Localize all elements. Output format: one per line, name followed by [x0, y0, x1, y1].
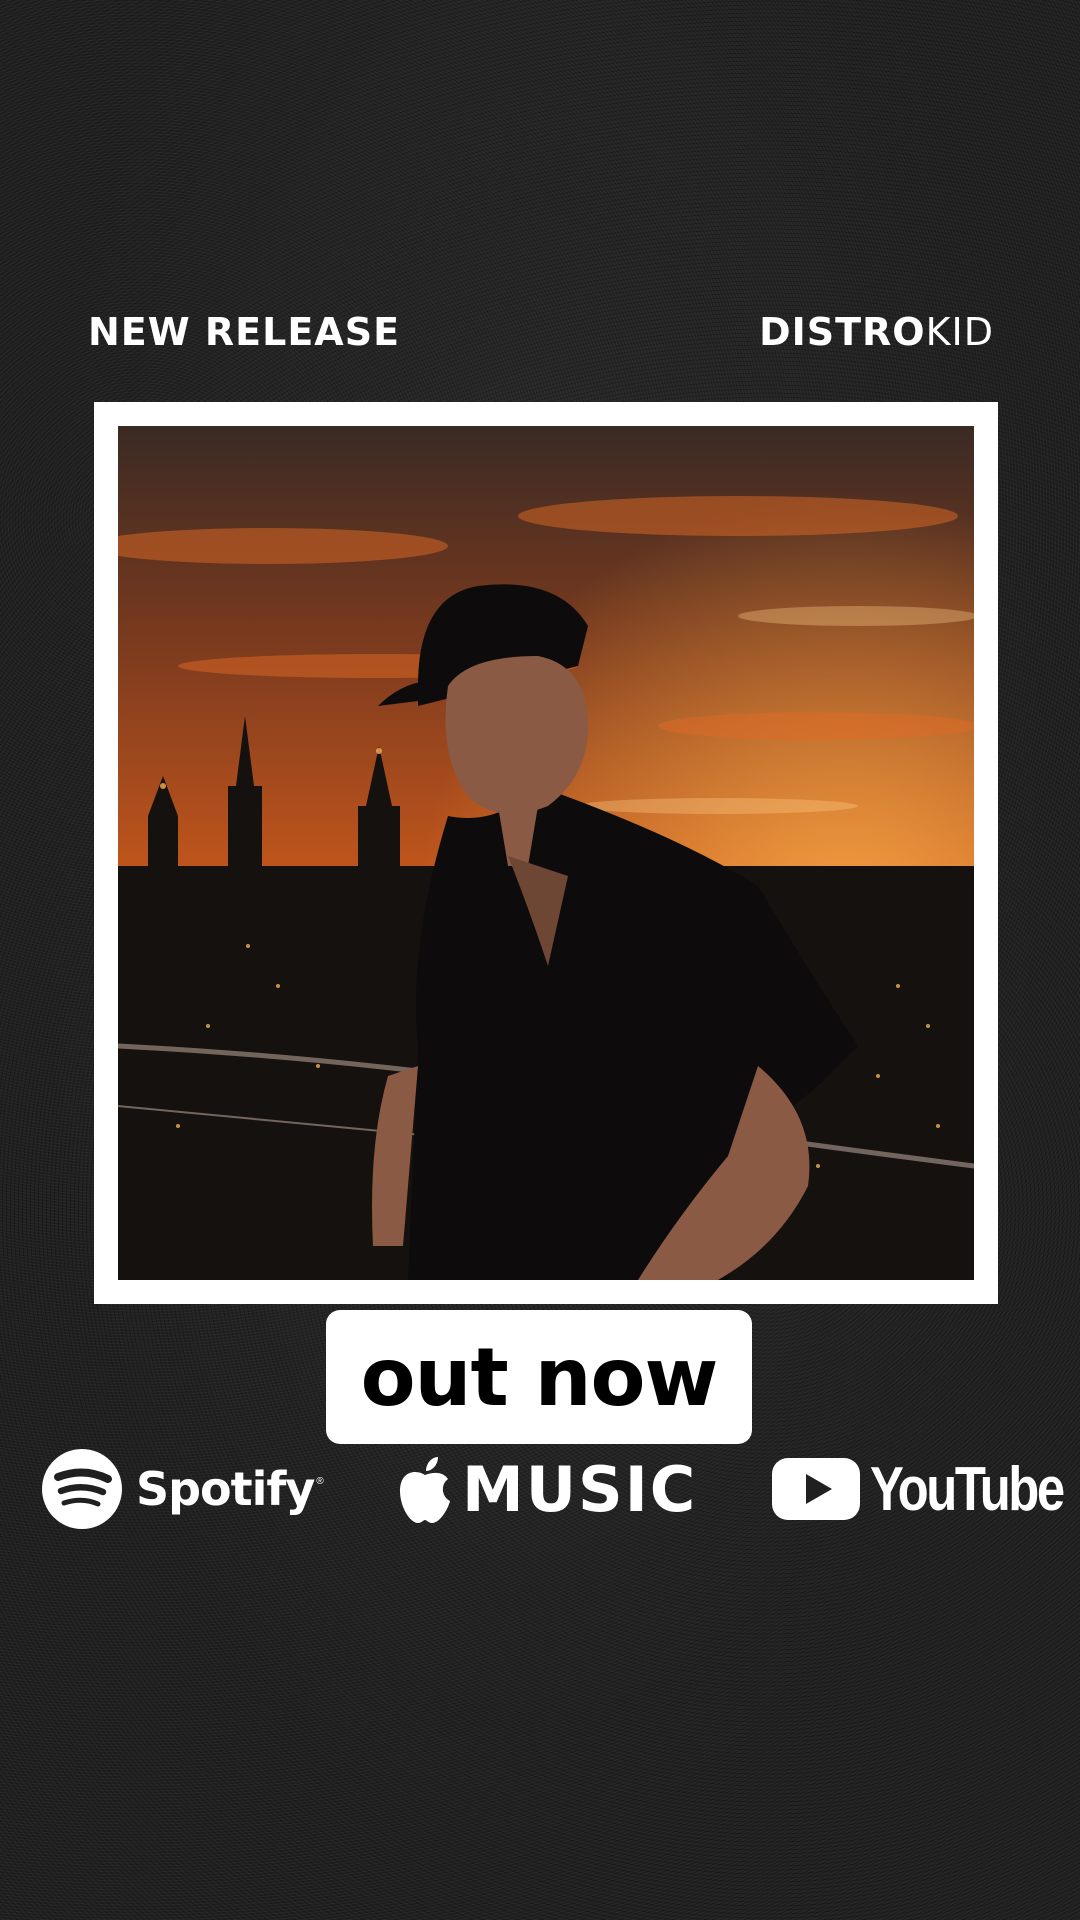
apple-music-link[interactable]: MUSIC	[396, 1446, 697, 1532]
new-release-label: NEW RELEASE	[88, 310, 401, 354]
spotify-reg-mark: ®	[316, 1476, 324, 1487]
out-now-badge: out now	[326, 1310, 752, 1444]
youtube-link[interactable]: YouTube	[770, 1446, 1080, 1532]
youtube-label: YouTube	[870, 1454, 1065, 1524]
spotify-link[interactable]: Spotify ®	[40, 1446, 324, 1532]
spotify-icon	[42, 1449, 122, 1529]
youtube-play-icon	[772, 1458, 860, 1520]
spotify-label: Spotify	[136, 1462, 315, 1516]
distrokid-logo: DISTROKID	[759, 308, 994, 356]
distrokid-logo-light: KID	[925, 310, 994, 354]
distrokid-logo-bold: DISTRO	[759, 310, 926, 354]
artwork-frame	[94, 402, 998, 1304]
apple-music-label: MUSIC	[462, 1452, 698, 1526]
album-artwork[interactable]	[118, 426, 974, 1280]
apple-icon	[400, 1457, 450, 1523]
album-cover-photo-icon	[118, 426, 974, 1280]
